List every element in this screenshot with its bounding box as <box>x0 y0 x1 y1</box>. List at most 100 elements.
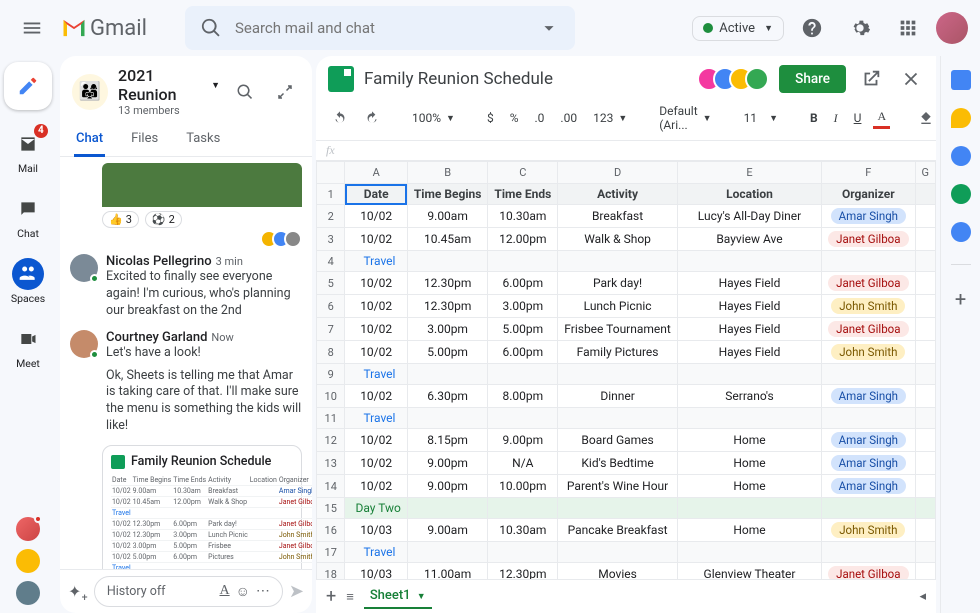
row-header[interactable]: 7 <box>317 318 345 341</box>
help-icon[interactable] <box>792 8 832 48</box>
share-button[interactable]: Share <box>779 65 846 93</box>
cell[interactable]: Janet Gilboa <box>822 318 915 341</box>
formula-bar[interactable]: fx <box>316 140 936 161</box>
undo-icon[interactable] <box>328 108 352 128</box>
collaborator-avatars[interactable] <box>705 67 769 91</box>
add-addon-icon[interactable]: + <box>955 287 966 311</box>
gmail-logo[interactable]: Gmail <box>60 14 177 42</box>
explore-icon[interactable]: ◂ <box>919 589 926 604</box>
textcolor-icon[interactable]: A <box>873 107 890 129</box>
cell[interactable]: 10/02 <box>345 475 407 498</box>
cell[interactable]: 10.30am <box>488 205 558 228</box>
format-icon[interactable]: A <box>219 583 229 600</box>
status-chip[interactable]: Active ▼ <box>692 16 784 41</box>
reaction-soccer[interactable]: ⚽ 2 <box>145 211 182 228</box>
cell[interactable]: Activity <box>558 184 678 205</box>
cell[interactable]: Walk & Shop <box>558 228 678 251</box>
cell[interactable]: John Smith <box>822 519 915 542</box>
contacts-icon[interactable] <box>951 184 971 204</box>
compose-button[interactable] <box>4 62 52 110</box>
row-header[interactable]: 11 <box>317 408 345 429</box>
cell[interactable]: 5.00pm <box>488 318 558 341</box>
smart-compose-icon[interactable]: ✦₊ <box>68 582 88 601</box>
all-sheets-icon[interactable]: ≡ <box>346 589 354 605</box>
cell[interactable]: Bayview Ave <box>677 228 821 251</box>
cell[interactable]: Travel <box>345 542 407 563</box>
keep-icon[interactable] <box>951 108 971 128</box>
cell[interactable]: 10/02 <box>345 429 407 452</box>
cell[interactable]: Lunch Picnic <box>558 295 678 318</box>
tab-chat[interactable]: Chat <box>74 123 105 157</box>
nav-mail[interactable]: 4 Mail <box>12 128 44 175</box>
add-sheet-icon[interactable]: + <box>326 586 336 607</box>
underline-icon[interactable]: U <box>850 109 866 127</box>
redo-icon[interactable] <box>360 108 384 128</box>
cell[interactable]: Amar Singh <box>822 429 915 452</box>
cell[interactable]: 8.15pm <box>407 429 488 452</box>
cell[interactable]: Hayes Field <box>677 341 821 364</box>
cell[interactable]: Park day! <box>558 272 678 295</box>
font-select[interactable]: Default (Ari...▼ <box>655 102 715 134</box>
bold-icon[interactable]: B <box>806 109 822 127</box>
account-avatar[interactable] <box>936 12 968 44</box>
cell[interactable]: Janet Gilboa <box>822 228 915 251</box>
sheet-title[interactable]: Family Reunion Schedule <box>364 69 553 89</box>
nav-chat[interactable]: Chat <box>12 193 44 240</box>
main-menu-icon[interactable] <box>12 8 52 48</box>
search-input[interactable] <box>231 19 529 37</box>
cell[interactable]: John Smith <box>822 341 915 364</box>
calendar-icon[interactable] <box>951 70 971 90</box>
number-format[interactable]: 123▼ <box>589 109 631 127</box>
cell[interactable]: 10.00pm <box>488 475 558 498</box>
col-header[interactable]: G <box>915 162 936 184</box>
close-icon[interactable] <box>896 64 926 94</box>
cell[interactable]: 10/02 <box>345 295 407 318</box>
cell[interactable]: 12.00pm <box>488 228 558 251</box>
cell[interactable]: 3.00pm <box>488 295 558 318</box>
cell[interactable]: 9.00pm <box>488 429 558 452</box>
row-header[interactable]: 14 <box>317 475 345 498</box>
col-header[interactable]: C <box>488 162 558 184</box>
space-name[interactable]: 2021 Reunion <box>118 66 204 104</box>
cell[interactable]: 6.30pm <box>407 385 488 408</box>
cell[interactable]: Travel <box>345 408 407 429</box>
cell[interactable]: Amar Singh <box>822 452 915 475</box>
cell[interactable]: 11.00am <box>407 563 488 580</box>
cell[interactable]: 10/02 <box>345 385 407 408</box>
cell[interactable]: 9.00am <box>407 205 488 228</box>
cell[interactable]: 10/02 <box>345 205 407 228</box>
cell[interactable]: Hayes Field <box>677 295 821 318</box>
cell[interactable]: 10.30am <box>488 519 558 542</box>
cell[interactable]: 12.30pm <box>488 563 558 580</box>
cell[interactable]: Home <box>677 429 821 452</box>
collapse-icon[interactable] <box>270 77 300 107</box>
cell[interactable]: Time Begins <box>407 184 488 205</box>
cell[interactable]: 10/03 <box>345 563 407 580</box>
cell[interactable]: 12.30pm <box>407 272 488 295</box>
cell[interactable]: Hayes Field <box>677 272 821 295</box>
cell[interactable]: 6.00pm <box>488 341 558 364</box>
cell[interactable]: 9.00am <box>407 519 488 542</box>
zoom-select[interactable]: 100%▼ <box>408 109 459 127</box>
cell[interactable]: Amar Singh <box>822 475 915 498</box>
compose-input[interactable]: History off A ☺ ⋯ <box>94 576 283 607</box>
cell[interactable]: 8.00pm <box>488 385 558 408</box>
cell[interactable]: Frisbee Tournament <box>558 318 678 341</box>
row-header[interactable]: 12 <box>317 429 345 452</box>
cell[interactable]: 10/02 <box>345 272 407 295</box>
row-header[interactable]: 6 <box>317 295 345 318</box>
col-header[interactable]: E <box>677 162 821 184</box>
row-header[interactable]: 5 <box>317 272 345 295</box>
cell[interactable]: Amar Singh <box>822 385 915 408</box>
cell[interactable]: Lucy's All-Day Diner <box>677 205 821 228</box>
cell[interactable]: 10/02 <box>345 228 407 251</box>
cell[interactable]: Pancake Breakfast <box>558 519 678 542</box>
percent-icon[interactable]: % <box>506 109 523 127</box>
italic-icon[interactable]: I <box>830 109 842 128</box>
reaction-thumbsup[interactable]: 👍 3 <box>102 211 139 228</box>
search-dropdown-icon[interactable] <box>529 8 569 48</box>
cell[interactable]: Janet Gilboa <box>822 563 915 580</box>
dec-increase-icon[interactable]: .00 <box>556 109 581 127</box>
row-header[interactable]: 16 <box>317 519 345 542</box>
rail-avatar-2[interactable] <box>16 549 40 573</box>
